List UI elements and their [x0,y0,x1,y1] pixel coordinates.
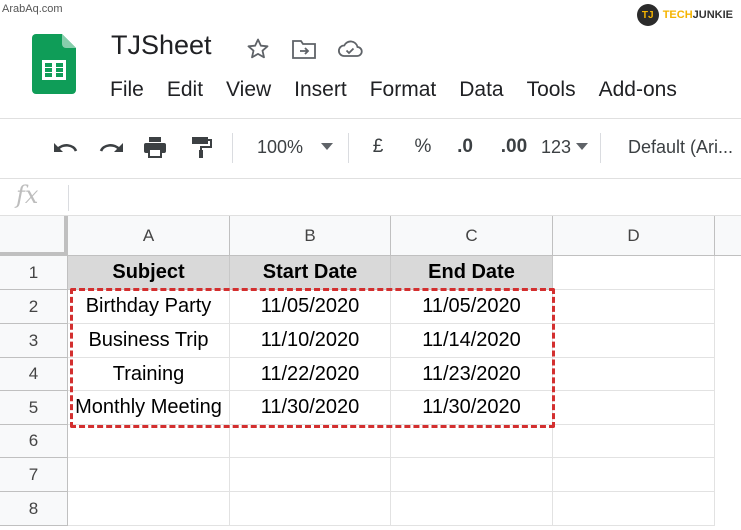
column-header-c[interactable]: C [391,216,553,256]
more-formats-button[interactable]: 123 [536,131,576,163]
cell-d7[interactable] [553,458,715,492]
row-header-4[interactable]: 4 [0,358,68,391]
cell-c3[interactable]: 11/14/2020 [391,324,553,358]
decrease-decimal-button[interactable]: .0 [448,131,482,163]
cell-c1[interactable]: End Date [391,256,553,290]
undo-icon[interactable] [50,131,82,163]
cell-d2[interactable] [553,290,715,324]
cell-a5[interactable]: Monthly Meeting [68,391,230,425]
toolbar-divider [232,133,233,163]
cell-b8[interactable] [230,492,391,526]
menu-insert[interactable]: Insert [294,78,359,102]
column-header-e[interactable] [715,216,741,256]
cell-d5[interactable] [553,391,715,425]
cell-c8[interactable] [391,492,553,526]
cloud-saved-icon[interactable] [336,36,364,62]
cell-c4[interactable]: 11/23/2020 [391,358,553,391]
percent-format-button[interactable]: % [409,131,437,163]
menu-tools[interactable]: Tools [527,78,588,102]
zoom-dropdown-icon[interactable] [318,131,336,163]
toolbar: 100% £ % .0 .00 123 Default (Ari... [0,118,741,178]
paint-format-icon[interactable] [186,131,216,163]
column-header-d[interactable]: D [553,216,715,256]
formula-input[interactable] [80,187,730,211]
cell-a6[interactable] [68,425,230,458]
cell-a1[interactable]: Subject [68,256,230,290]
menu-add-ons[interactable]: Add-ons [599,78,689,102]
cell-b7[interactable] [230,458,391,492]
row-header-5[interactable]: 5 [0,391,68,425]
select-all-corner[interactable] [0,216,68,256]
row-header-3[interactable]: 3 [0,324,68,358]
cell-d8[interactable] [553,492,715,526]
menu-format[interactable]: Format [370,78,449,102]
cell-b6[interactable] [230,425,391,458]
cell-d4[interactable] [553,358,715,391]
currency-format-button[interactable]: £ [365,131,391,163]
menu-view[interactable]: View [226,78,283,102]
cell-a4[interactable]: Training [68,358,230,391]
cell-b2[interactable]: 11/05/2020 [230,290,391,324]
cell-a3[interactable]: Business Trip [68,324,230,358]
menu-data[interactable]: Data [459,78,515,102]
cell-c6[interactable] [391,425,553,458]
cell-b5[interactable]: 11/30/2020 [230,391,391,425]
column-header-a[interactable]: A [68,216,230,256]
increase-decimal-button[interactable]: .00 [494,131,534,163]
cell-d1[interactable] [553,256,715,290]
toolbar-divider [348,133,349,163]
cell-b3[interactable]: 11/10/2020 [230,324,391,358]
menu-file[interactable]: File [110,78,156,102]
document-title[interactable]: TJSheet [111,30,212,61]
cell-a7[interactable] [68,458,230,492]
google-sheets-logo-icon[interactable] [32,34,76,94]
formula-bar: fx [0,178,741,216]
menu-edit[interactable]: Edit [167,78,215,102]
menu-bar: File Edit View Insert Format Data Tools … [110,78,700,102]
cell-b1[interactable]: Start Date [230,256,391,290]
row-header-8[interactable]: 8 [0,492,68,526]
row-header-1[interactable]: 1 [0,256,68,290]
move-to-folder-icon[interactable] [290,36,318,62]
cell-d6[interactable] [553,425,715,458]
cell-b4[interactable]: 11/22/2020 [230,358,391,391]
toolbar-divider [600,133,601,163]
cell-c5[interactable]: 11/30/2020 [391,391,553,425]
cell-c7[interactable] [391,458,553,492]
more-formats-dropdown-icon[interactable] [574,131,590,163]
cell-a8[interactable] [68,492,230,526]
column-header-b[interactable]: B [230,216,391,256]
cell-a2[interactable]: Birthday Party [68,290,230,324]
row-header-2[interactable]: 2 [0,290,68,324]
fx-icon: fx [16,181,39,209]
cell-d3[interactable] [553,324,715,358]
print-icon[interactable] [139,131,171,163]
formula-divider [68,185,69,211]
font-family-select[interactable]: Default (Ari... [628,131,741,163]
cell-c2[interactable]: 11/05/2020 [391,290,553,324]
redo-icon[interactable] [95,131,127,163]
star-icon[interactable] [244,36,272,62]
row-header-6[interactable]: 6 [0,425,68,458]
row-header-7[interactable]: 7 [0,458,68,492]
app-header: TJSheet File Edit View Insert Format Dat… [0,0,741,118]
zoom-select[interactable]: 100% [252,131,308,163]
